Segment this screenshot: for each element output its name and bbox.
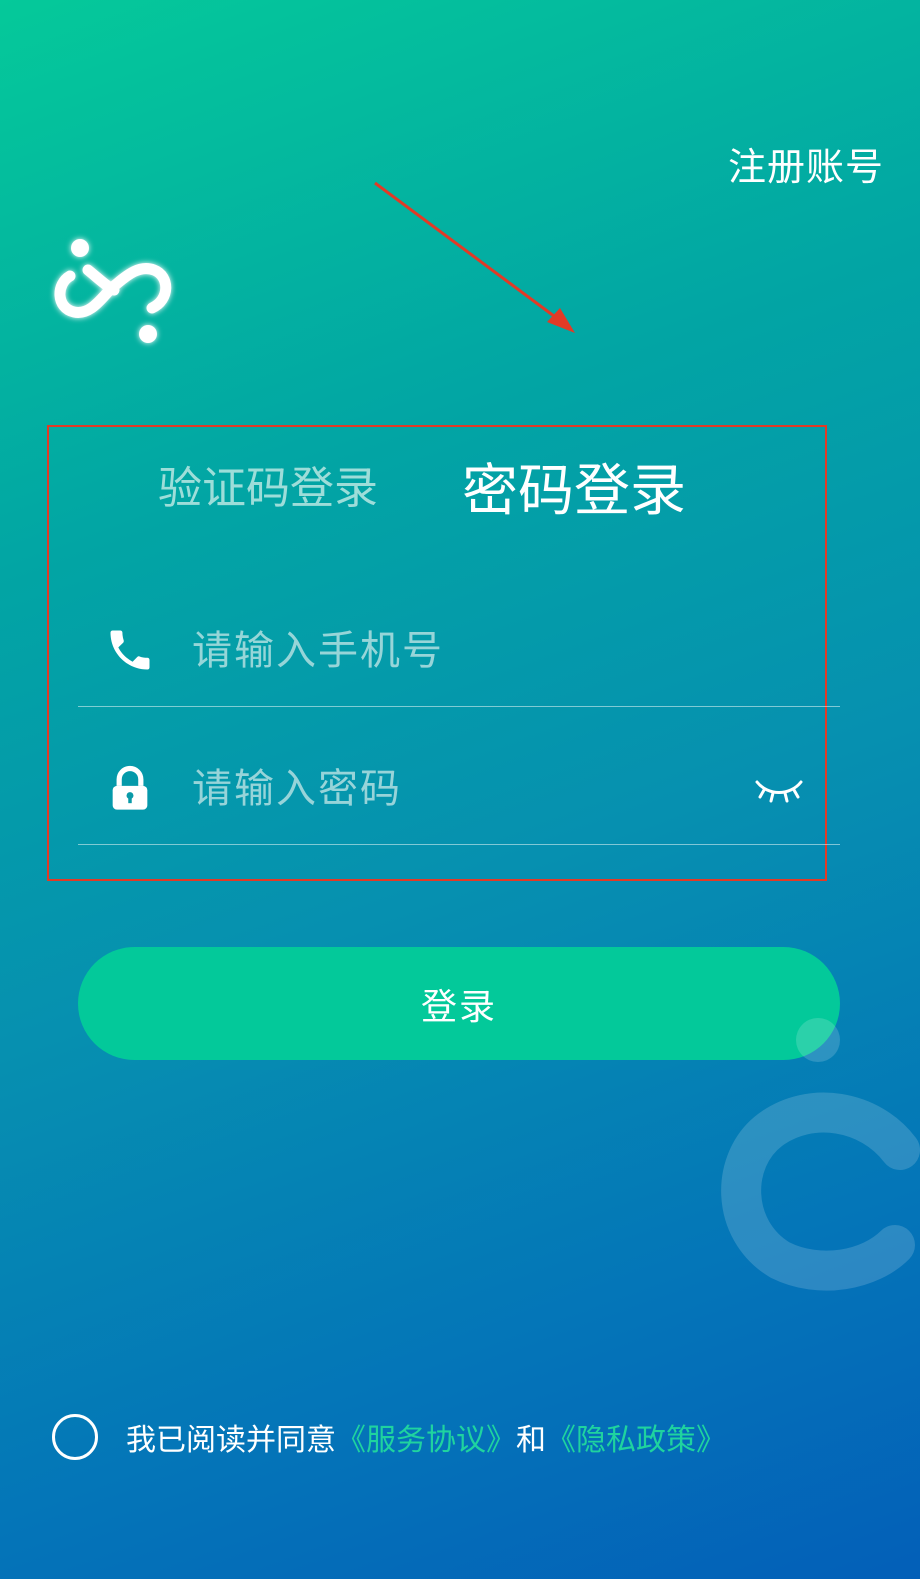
phone-field-row xyxy=(78,596,840,707)
service-agreement-link[interactable]: 《服务协议》 xyxy=(336,1423,516,1458)
login-screen: 注册账号 验证码登录 密码登录 请输入手机号 登录 我已阅读并同意《服务协议》和… xyxy=(0,0,920,1579)
agreement-radio[interactable] xyxy=(52,1414,98,1460)
agreement-text: 我已阅读并同意《服务协议》和《隐私政策》 xyxy=(126,1415,726,1459)
eye-closed-icon[interactable] xyxy=(754,774,804,804)
watermark-logo-icon xyxy=(721,1018,920,1291)
agreement-connector: 和 xyxy=(516,1423,546,1458)
privacy-policy-link[interactable]: 《隐私政策》 xyxy=(546,1423,726,1458)
annotation-arrow xyxy=(374,181,575,333)
phone-icon xyxy=(110,630,150,670)
lock-icon xyxy=(112,765,148,810)
tab-sms-login[interactable]: 验证码登录 xyxy=(158,452,378,516)
agreement-prefix: 我已阅读并同意 xyxy=(126,1423,336,1458)
phone-input[interactable] xyxy=(190,618,734,684)
tab-password-login[interactable]: 密码登录 xyxy=(462,446,686,527)
password-input[interactable] xyxy=(190,756,734,822)
password-field-row xyxy=(78,734,840,845)
agreement-row: 我已阅读并同意《服务协议》和《隐私政策》 xyxy=(52,1414,726,1460)
